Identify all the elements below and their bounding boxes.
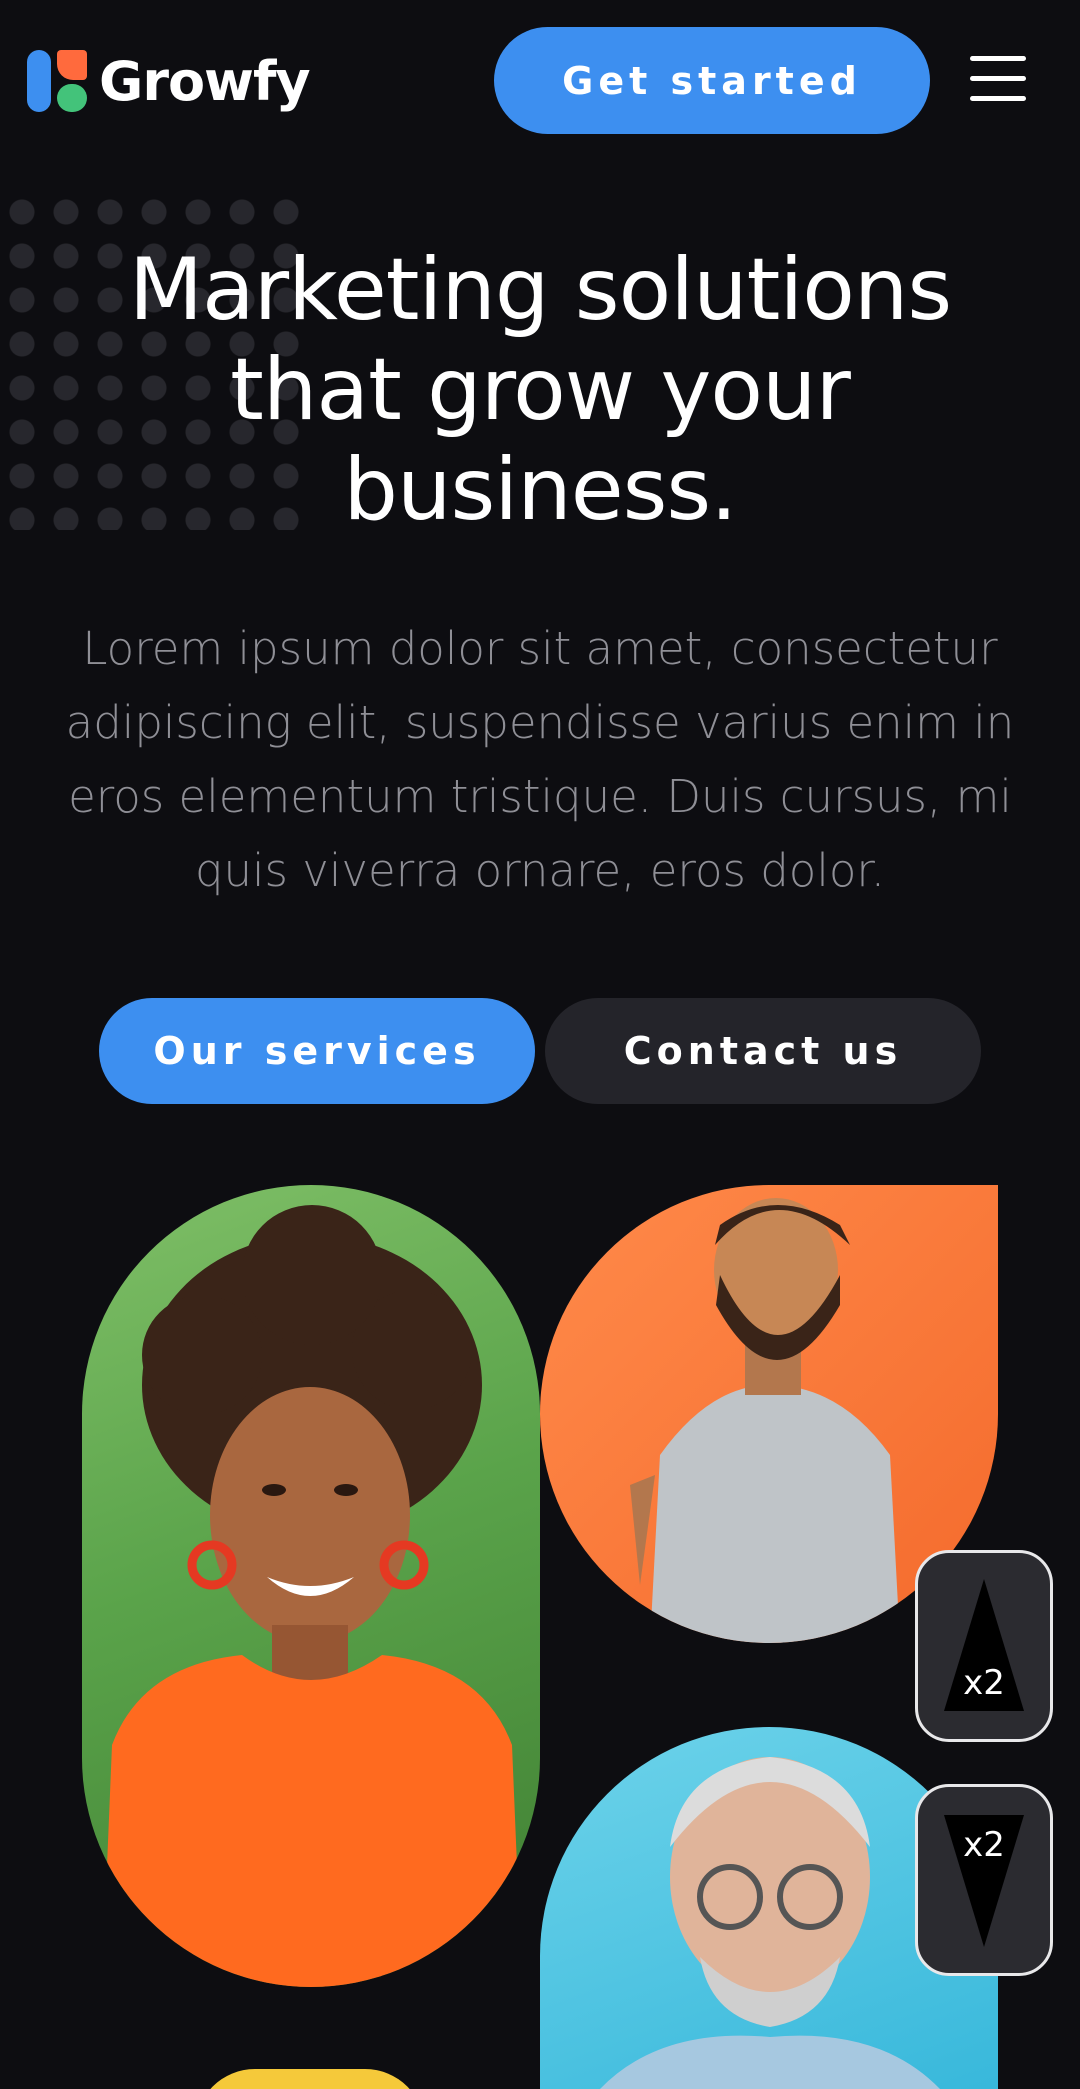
our-services-button[interactable]: Our services — [99, 998, 535, 1104]
logo-mark-icon — [27, 48, 89, 114]
woman-portrait-image — [82, 1185, 540, 1987]
hero-subtitle: Lorem ipsum dolor sit amet, consectetur … — [65, 622, 1015, 897]
zoom-up-button[interactable]: x2 — [915, 1550, 1053, 1742]
zoom-down-button[interactable]: x2 — [915, 1784, 1053, 1976]
yellow-portrait-image — [195, 2069, 425, 2089]
zoom-up-label: x2 — [963, 1663, 1005, 1703]
contact-us-button[interactable]: Contact us — [545, 998, 981, 1104]
zoom-down-label: x2 — [963, 1825, 1005, 1865]
brand-name: Growfy — [99, 49, 311, 113]
brand-logo[interactable]: Growfy — [27, 48, 311, 114]
get-started-button[interactable]: Get started — [494, 27, 930, 134]
site-header: Growfy Get started — [0, 0, 1080, 160]
hamburger-menu-icon[interactable] — [970, 54, 1026, 104]
hero-title: Marketing solutions that grow your busin… — [128, 240, 952, 540]
